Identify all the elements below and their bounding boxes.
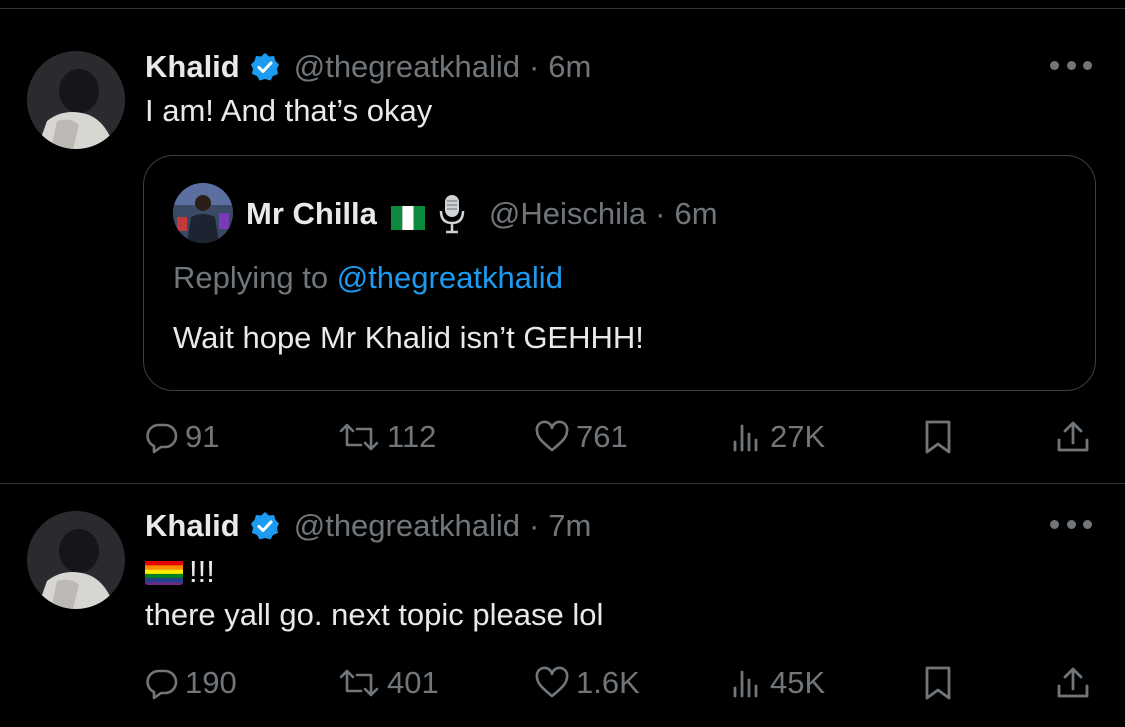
- replying-to: Replying to @thegreatkhalid: [173, 260, 563, 296]
- views-count: 45K: [770, 665, 826, 700]
- display-name[interactable]: Khalid: [145, 49, 240, 85]
- verified-badge-icon: [250, 52, 280, 82]
- reply-button[interactable]: 91: [145, 414, 219, 460]
- quoted-timestamp[interactable]: 6m: [674, 196, 717, 232]
- handle[interactable]: @thegreatkhalid: [294, 508, 520, 544]
- views-icon: [730, 666, 764, 700]
- share-icon: [1055, 664, 1091, 702]
- separator: ·: [528, 508, 540, 543]
- quoted-handle[interactable]: @Heischila: [489, 196, 646, 232]
- repost-icon: [337, 420, 381, 454]
- reply-button[interactable]: 190: [145, 660, 237, 706]
- quoted-display-name[interactable]: Mr Chilla: [246, 196, 377, 232]
- heart-icon: [534, 420, 570, 454]
- avatar[interactable]: [27, 511, 125, 609]
- quoted-text: Wait hope Mr Khalid isn’t GEHHH!: [173, 320, 644, 355]
- action-bar: 91 112 761 27K: [0, 414, 1125, 460]
- rainbow-flag-icon: [145, 559, 183, 585]
- bookmark-button[interactable]: [922, 414, 954, 460]
- timestamp[interactable]: 6m: [548, 49, 591, 85]
- tweet-text: I am! And that’s okay: [145, 93, 433, 128]
- display-name[interactable]: Khalid: [145, 508, 240, 544]
- microphone-icon: [437, 193, 467, 235]
- tweet-header: Khalid @thegreatkhalid · 6m: [145, 47, 591, 87]
- separator: ·: [528, 49, 540, 84]
- quoted-avatar[interactable]: [173, 183, 233, 243]
- views-button[interactable]: 27K: [730, 414, 825, 460]
- mention-link[interactable]: @thegreatkhalid: [337, 260, 563, 295]
- like-count: 761: [576, 419, 628, 454]
- repost-count: 112: [387, 419, 437, 454]
- repost-icon: [337, 666, 381, 700]
- replying-prefix: Replying to: [173, 260, 337, 295]
- verified-badge-icon: [250, 511, 280, 541]
- handle[interactable]: @thegreatkhalid: [294, 49, 520, 85]
- reply-count: 190: [185, 665, 237, 700]
- quoted-header: Mr Chilla @Heischila · 6m: [246, 194, 718, 234]
- tweet[interactable]: Khalid @thegreatkhalid · 6m I am! And th…: [0, 9, 1125, 483]
- views-icon: [730, 420, 764, 454]
- reply-count: 91: [185, 419, 220, 454]
- like-count: 1.6K: [576, 665, 640, 700]
- bookmark-icon: [922, 664, 954, 702]
- bookmark-icon: [922, 418, 954, 456]
- timeline: Khalid @thegreatkhalid · 6m I am! And th…: [0, 0, 1125, 727]
- like-button[interactable]: 761: [534, 414, 628, 460]
- tweet-text: !!!: [189, 554, 215, 589]
- repost-button[interactable]: 401: [337, 660, 439, 706]
- views-count: 27K: [770, 419, 826, 454]
- more-options-icon[interactable]: [1050, 514, 1092, 534]
- tweet-header: Khalid @thegreatkhalid · 7m: [145, 506, 591, 546]
- bookmark-button[interactable]: [922, 660, 954, 706]
- repost-count: 401: [387, 665, 439, 700]
- share-button[interactable]: [1055, 414, 1091, 460]
- timestamp[interactable]: 7m: [548, 508, 591, 544]
- heart-icon: [534, 666, 570, 700]
- reply-icon: [145, 666, 179, 700]
- tweet-text-line: !!!: [145, 554, 215, 590]
- repost-button[interactable]: 112: [337, 414, 436, 460]
- action-bar: 190 401 1.6K 45K: [0, 660, 1125, 706]
- separator: ·: [655, 196, 666, 231]
- tweet-text: there yall go. next topic please lol: [145, 597, 604, 632]
- tweet[interactable]: Khalid @thegreatkhalid · 7m !!! there ya…: [0, 484, 1125, 727]
- nigeria-flag-icon: [390, 202, 425, 230]
- share-button[interactable]: [1055, 660, 1091, 706]
- reply-icon: [145, 420, 179, 454]
- more-options-icon[interactable]: [1050, 55, 1092, 75]
- views-button[interactable]: 45K: [730, 660, 825, 706]
- quoted-tweet[interactable]: Mr Chilla @Heischila · 6m Replying to @t…: [143, 155, 1096, 391]
- avatar[interactable]: [27, 51, 125, 149]
- like-button[interactable]: 1.6K: [534, 660, 640, 706]
- share-icon: [1055, 418, 1091, 456]
